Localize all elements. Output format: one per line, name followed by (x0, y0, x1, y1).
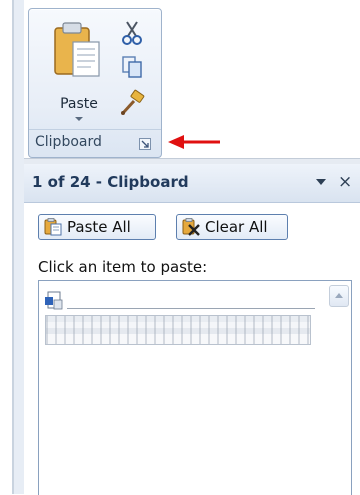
clear-all-label: Clear All (205, 218, 268, 236)
group-label: Clipboard (35, 134, 102, 150)
cut-button[interactable] (117, 19, 147, 47)
format-painter-button[interactable] (117, 89, 147, 117)
pane-title: 1 of 24 - Clipboard (32, 173, 189, 191)
pane-options-icon[interactable] (316, 179, 326, 185)
paste-button[interactable]: Paste (45, 17, 113, 123)
clipboard-task-pane: 1 of 24 - Clipboard × Paste All Clear Al… (24, 164, 360, 495)
clear-all-icon (182, 218, 200, 236)
clear-all-button[interactable]: Clear All (176, 214, 288, 240)
dialog-launcher-icon[interactable] (139, 138, 151, 150)
chevron-down-icon (75, 117, 83, 121)
document-icon (45, 291, 63, 310)
brush-icon (121, 89, 145, 115)
paste-hint: Click an item to paste: (38, 258, 208, 276)
clipboard-item[interactable] (45, 291, 315, 349)
pane-header: 1 of 24 - Clipboard × (24, 164, 360, 203)
clipboard-items-list (38, 280, 352, 495)
window-edge (0, 0, 24, 494)
paste-all-icon (44, 218, 62, 236)
scissors-icon (122, 21, 142, 45)
paste-all-label: Paste All (67, 218, 131, 236)
paste-icon (54, 22, 100, 77)
scroll-up-button[interactable] (329, 285, 349, 307)
red-arrow-icon (168, 135, 220, 149)
paste-label: Paste (60, 96, 98, 112)
clipboard-group: Paste Clipboard (28, 8, 162, 158)
item-underline (67, 308, 315, 309)
item-thumbnail (45, 315, 311, 345)
close-icon[interactable]: × (338, 172, 352, 192)
copy-button[interactable] (117, 53, 147, 81)
copy-icon (122, 56, 142, 78)
paste-all-button[interactable]: Paste All (38, 214, 156, 240)
group-separator (29, 129, 161, 130)
